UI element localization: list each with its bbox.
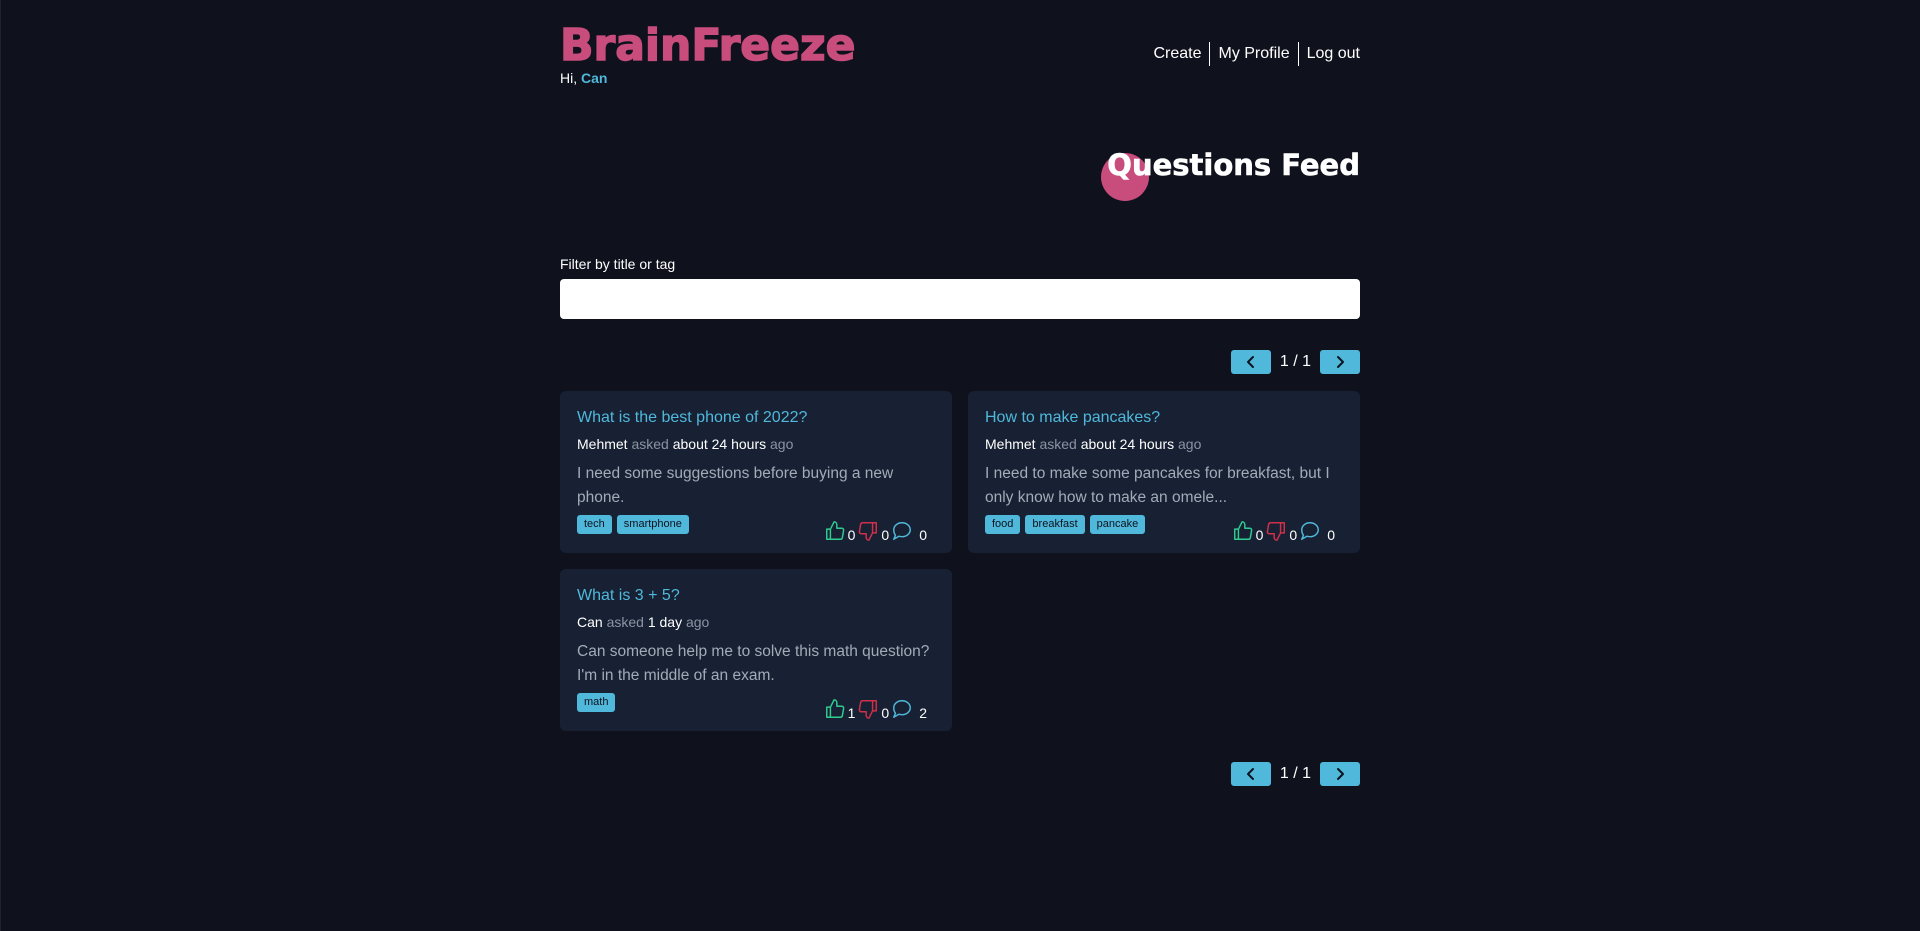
nav-logout-link[interactable]: Log out [1299, 42, 1360, 66]
tag-badge[interactable]: pancake [1089, 515, 1146, 534]
greeting-prefix: Hi, [560, 70, 578, 86]
like-button[interactable]: 0 [824, 520, 856, 543]
dislike-button[interactable]: 0 [1265, 520, 1297, 542]
question-meta: Can asked 1 day ago [577, 614, 935, 630]
prev-page-button[interactable] [1230, 350, 1271, 374]
brand-logo[interactable]: BrainFreeze [559, 19, 856, 72]
chevron-right-icon [1337, 356, 1344, 368]
dislike-count: 0 [881, 705, 890, 721]
thumbs-down-icon [859, 522, 878, 541]
top-nav: Create My Profile Log out [1145, 42, 1360, 66]
feed-heading: Questions Feed [1100, 148, 1360, 208]
thumbs-up-icon [825, 521, 844, 540]
page-indicator: 1 / 1 [1279, 353, 1311, 370]
comment-bubble-icon [893, 700, 912, 718]
dislike-count: 0 [881, 527, 890, 543]
thumbs-down-icon [859, 700, 878, 719]
question-author[interactable]: Mehmet [985, 436, 1036, 452]
question-time: 1 day [647, 614, 683, 630]
question-title[interactable]: How to make pancakes? [985, 409, 1343, 427]
question-title[interactable]: What is 3 + 5? [577, 587, 935, 605]
comment-button[interactable]: 0 [891, 520, 927, 542]
comment-button[interactable]: 0 [1299, 520, 1335, 542]
question-meta: Mehmet asked about 24 hours ago [985, 436, 1343, 452]
question-time: about 24 hours [672, 436, 767, 452]
question-asked-label: asked [1039, 436, 1077, 452]
question-description: I need to make some pancakes for breakfa… [985, 465, 1330, 506]
dislike-button[interactable]: 0 [857, 520, 889, 542]
tag-badge[interactable]: tech [577, 515, 612, 534]
filter-label: Filter by title or tag [560, 256, 676, 272]
prev-page-button[interactable] [1230, 762, 1271, 786]
greeting-username[interactable]: Can [581, 70, 607, 86]
next-page-button[interactable] [1320, 762, 1360, 786]
question-card[interactable]: What is 3 + 5? Can asked 1 day ago Can s… [560, 569, 952, 731]
question-card[interactable]: How to make pancakes? Mehmet asked about… [968, 391, 1360, 553]
thumbs-down-icon [1267, 522, 1286, 541]
pagination-top: 1 / 1 [1230, 350, 1360, 374]
comment-button[interactable]: 2 [891, 698, 927, 720]
chevron-left-icon [1246, 768, 1254, 780]
chevron-left-icon [1246, 356, 1254, 368]
tag-badge[interactable]: food [985, 515, 1021, 534]
question-ago-label: ago [770, 436, 794, 452]
tag-list: food breakfast pancake [985, 515, 1146, 534]
tag-badge[interactable]: breakfast [1025, 515, 1085, 534]
question-asked-label: asked [606, 614, 644, 630]
like-button[interactable]: 1 [824, 698, 856, 721]
like-button[interactable]: 0 [1232, 520, 1264, 543]
nav-profile-link[interactable]: My Profile [1210, 42, 1297, 66]
tag-badge[interactable]: math [577, 693, 616, 712]
filter-input[interactable] [560, 279, 1360, 319]
greeting: Hi, Can [560, 70, 607, 86]
comment-bubble-icon [893, 522, 912, 540]
question-description: I need some suggestions before buying a … [577, 465, 894, 506]
dislike-count: 0 [1289, 527, 1298, 543]
like-count: 0 [1255, 527, 1264, 543]
page-title: Questions Feed [1107, 148, 1360, 183]
next-page-button[interactable] [1320, 350, 1360, 374]
page-indicator: 1 / 1 [1279, 765, 1311, 782]
dislike-button[interactable]: 0 [857, 698, 889, 720]
comment-count: 0 [919, 527, 927, 543]
question-ago-label: ago [1178, 436, 1202, 452]
tag-list: tech smartphone [577, 515, 689, 534]
tag-list: math [577, 693, 616, 712]
question-footer: tech smartphone 0 0 0 [577, 512, 935, 542]
question-description: Can someone help me to solve this math q… [577, 643, 930, 684]
question-author[interactable]: Can [577, 614, 603, 630]
tag-badge[interactable]: smartphone [616, 515, 689, 534]
question-card[interactable]: What is the best phone of 2022? Mehmet a… [560, 391, 952, 553]
question-meta: Mehmet asked about 24 hours ago [577, 436, 935, 452]
thumbs-up-icon [825, 699, 844, 718]
question-title[interactable]: What is the best phone of 2022? [577, 409, 935, 427]
question-ago-label: ago [685, 614, 710, 630]
thumbs-up-icon [1233, 521, 1252, 540]
question-footer: food breakfast pancake 0 0 0 [985, 512, 1343, 542]
question-footer: math 1 0 2 [577, 690, 935, 720]
comment-count: 2 [919, 705, 927, 721]
chevron-right-icon [1337, 768, 1344, 780]
question-stats: 0 0 0 [1232, 520, 1335, 542]
question-asked-label: asked [631, 436, 669, 452]
question-stats: 0 0 0 [824, 520, 927, 542]
question-stats: 1 0 2 [824, 698, 927, 720]
comment-count: 0 [1327, 527, 1335, 543]
question-time: about 24 hours [1080, 436, 1175, 452]
pagination-bottom: 1 / 1 [1230, 762, 1360, 786]
like-count: 1 [847, 705, 856, 721]
nav-create-link[interactable]: Create [1145, 42, 1209, 66]
question-author[interactable]: Mehmet [577, 436, 628, 452]
like-count: 0 [847, 527, 856, 543]
comment-bubble-icon [1301, 522, 1320, 540]
